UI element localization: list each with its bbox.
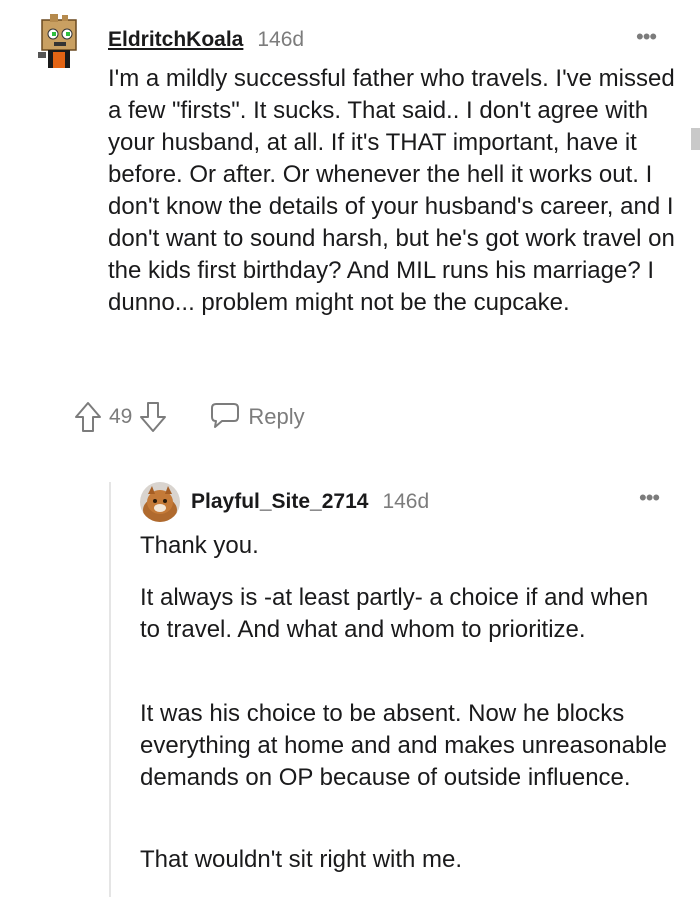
comment-actions: 49 Reply [73,400,305,434]
reply-button[interactable]: Reply [210,401,305,434]
comment-paragraph: It was his choice to be absent. Now he b… [140,700,668,791]
downvote-icon[interactable] [138,400,168,434]
username-link[interactable]: EldritchKoala [108,28,243,52]
comment-paragraph: Thank you. [140,532,259,559]
avatar[interactable] [140,482,180,522]
avatar[interactable] [36,12,86,72]
username-link[interactable]: Playful_Site_2714 [191,490,368,514]
comment-age: 146d [257,28,305,51]
comment-age: 146d [382,490,430,513]
comment-meta: EldritchKoala 146d [108,28,304,52]
upvote-icon[interactable] [73,400,103,434]
comment-meta: Playful_Site_2714 146d [191,490,429,514]
comment-paragraph: That wouldn't sit right with me. [140,846,463,873]
scrollbar-thumb[interactable] [691,128,700,150]
more-options-button[interactable]: ••• [639,487,660,509]
vote-score: 49 [109,405,133,428]
reply-label: Reply [248,404,305,429]
more-options-button[interactable]: ••• [636,26,657,48]
thread-line[interactable] [109,482,111,897]
comment-body: I'm a mildly successful father who trave… [108,65,675,316]
comment-paragraph: It always is -at least partly- a choice … [140,584,649,643]
speech-bubble-icon [210,401,240,434]
